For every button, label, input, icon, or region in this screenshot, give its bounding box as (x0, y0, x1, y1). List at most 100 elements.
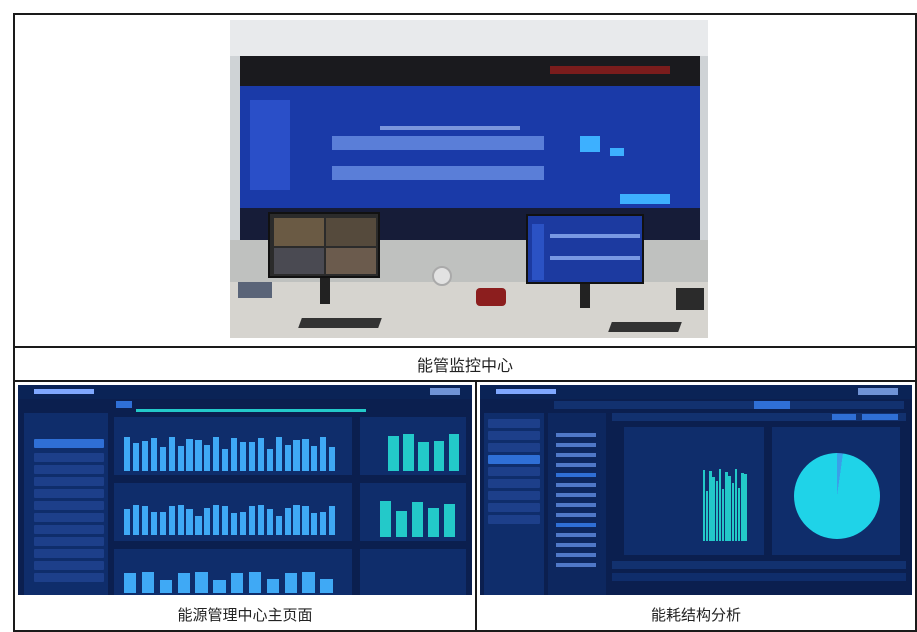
caption-energy-dashboard: 能源管理中心主页面 (177, 605, 313, 624)
dashboard-mini-bar (141, 506, 149, 535)
energy-dashboard-screenshot (18, 385, 472, 595)
analysis-sidebar (484, 413, 544, 595)
dashboard-mini-bar (159, 512, 166, 535)
phone-icon (476, 288, 506, 306)
analysis-filter-row (612, 413, 906, 421)
analysis-mini-bar (741, 472, 744, 541)
dashboard-mini-bar (132, 504, 140, 535)
dashboard-mini-bar (257, 437, 264, 471)
dashboard-mini-bar (239, 442, 247, 471)
analysis-mini-bar (731, 482, 734, 541)
tree-node (556, 443, 596, 447)
dashboard-mini-bar (284, 508, 291, 535)
tree-node (556, 553, 596, 557)
dashboard-mini-bar (293, 439, 300, 471)
dashboard-mini-bar (396, 511, 408, 537)
tree-node (556, 543, 596, 547)
dashboard-mini-bar (222, 506, 229, 535)
dashboard-monitor-stand (580, 284, 590, 308)
dashboard-mini-bar (168, 505, 175, 535)
control-center-photo (230, 20, 708, 338)
tree-node (556, 503, 596, 507)
tree-node (556, 493, 596, 497)
dashboard-monitor (526, 214, 644, 284)
tree-node (556, 463, 596, 467)
energy-structure-screenshot (480, 385, 912, 595)
dashboard-mini-bar (320, 579, 333, 593)
dashboard-mini-bar (124, 572, 137, 593)
tree-node (556, 433, 596, 437)
dashboard-mini-bar (213, 436, 220, 471)
dashboard-mini-bar (195, 439, 202, 471)
analysis-mini-bar (725, 471, 728, 541)
dashboard-mini-bar (150, 512, 157, 535)
keyboard-right (608, 322, 682, 332)
analysis-mini-bar (728, 475, 731, 541)
analysis-mini-bar (715, 481, 718, 541)
cctv-monitor (268, 212, 380, 278)
dashboard-mini-bar (448, 433, 460, 471)
dashboard-mini-bar (222, 448, 229, 471)
dashboard-mini-bar (293, 504, 300, 535)
analysis-mini-bar (718, 469, 722, 541)
dashboard-mini-bar (266, 448, 273, 471)
analysis-pie-panel (772, 427, 900, 555)
dashboard-mini-bar (231, 437, 238, 471)
dashboard-mini-bar (124, 437, 131, 471)
analysis-header (480, 385, 912, 399)
dashboard-mini-bar (195, 572, 208, 593)
dashboard-teal-strip (136, 409, 366, 412)
dashboard-mini-bar (275, 436, 282, 471)
analysis-mini-bar (706, 491, 709, 541)
dashboard-mini-bar (204, 508, 211, 535)
dashboard-mini-bar (257, 504, 264, 535)
dashboard-mini-bar (213, 504, 220, 535)
wall-header (240, 56, 700, 86)
dashboard-mini-bar (231, 512, 238, 535)
dashboard-mini-bar (433, 441, 445, 471)
dashboard-mini-bar (302, 572, 315, 593)
dashboard-mini-bar (177, 572, 190, 593)
analysis-mini-bar (734, 469, 738, 541)
dashboard-mini-bar (266, 508, 273, 535)
analysis-mini-bar (744, 474, 747, 541)
dashboard-mini-bar (275, 515, 282, 535)
dashboard-mini-bar (150, 438, 157, 471)
dashboard-mini-bar (239, 511, 247, 535)
ceiling (230, 20, 708, 56)
dashboard-tab (116, 401, 132, 408)
tree-node (556, 513, 596, 517)
dashboard-header (18, 385, 472, 399)
dashboard-mini-bar (186, 508, 193, 535)
dashboard-mini-bar (329, 505, 336, 535)
dashboard-mini-bar (248, 505, 256, 535)
dashboard-mini-bar (141, 440, 149, 471)
dashboard-mini-bar (388, 436, 399, 471)
cctv-monitor-stand (320, 278, 330, 304)
dashboard-mini-bar (124, 508, 131, 535)
dashboard-mini-bar (132, 443, 140, 471)
dashboard-mini-bar (177, 504, 184, 535)
dashboard-sidebar (24, 413, 108, 595)
analysis-table-header (612, 561, 906, 569)
dashboard-mini-bar (266, 579, 280, 593)
dashboard-mini-bar (302, 439, 309, 471)
analysis-mini-bar (722, 489, 725, 541)
dashboard-mini-bar (380, 501, 392, 537)
caption-energy-structure: 能耗结构分析 (650, 605, 741, 624)
dashboard-mini-bar (311, 512, 318, 535)
dashboard-mini-bar (329, 447, 336, 471)
dashboard-mini-bar (248, 572, 262, 593)
analysis-table-row (612, 573, 906, 581)
dashboard-mini-bar (141, 572, 155, 593)
analysis-tabs (554, 401, 904, 409)
dashboard-mini-bar (159, 447, 166, 471)
dashboard-mini-bar (444, 503, 456, 537)
tree-node (556, 473, 596, 477)
dashboard-mini-bar (284, 572, 297, 593)
analysis-tree-panel (548, 413, 606, 595)
dashboard-mini-bar (311, 445, 318, 471)
device-right (676, 288, 704, 310)
dashboard-mini-bar (159, 579, 173, 593)
dashboard-mini-bar (177, 445, 184, 471)
